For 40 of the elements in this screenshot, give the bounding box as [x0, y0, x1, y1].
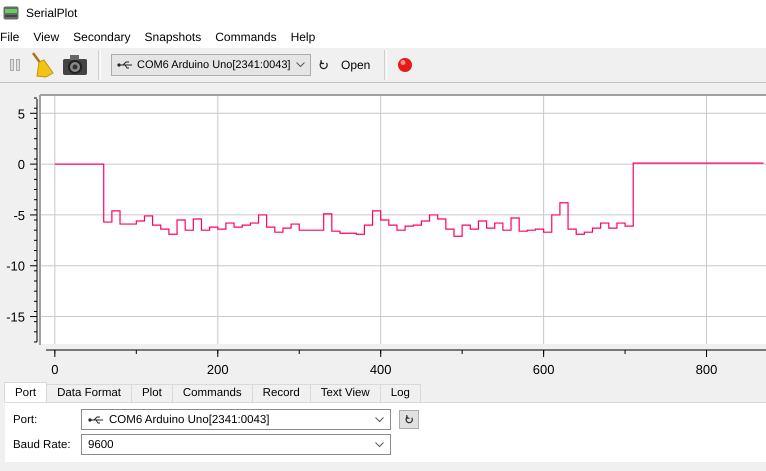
port-value: COM6 Arduino Uno[2341:0043]	[137, 59, 290, 71]
x-tick-label: 0	[51, 362, 58, 377]
chevron-icon	[375, 416, 384, 422]
menu-item[interactable]: Secondary	[66, 30, 138, 44]
baud-rate-label: Baud Rate:	[13, 438, 72, 450]
y-tick-label: -5	[13, 208, 25, 223]
y-tick-label: 0	[18, 157, 25, 172]
chevron-icon	[296, 62, 305, 68]
menu-item[interactable]: Commands	[208, 30, 284, 44]
broom-icon[interactable]	[30, 52, 54, 78]
baud-rate-value: 9600	[88, 438, 114, 450]
app-icon	[3, 5, 19, 21]
usb-icon	[117, 61, 133, 69]
menu-item[interactable]: Snapshots	[138, 30, 208, 44]
tab[interactable]: Port	[4, 382, 48, 402]
port-dropdown[interactable]: COM6 Arduino Uno[2341:0043]	[111, 54, 311, 76]
refresh-icon	[404, 415, 414, 424]
tab[interactable]: Log	[380, 384, 421, 402]
menu-item[interactable]: View	[26, 30, 66, 44]
port-dropdown[interactable]: COM6 Arduino Uno[2341:0043]	[81, 409, 391, 430]
x-tick-label: 200	[206, 362, 229, 377]
port-label: Port:	[13, 414, 38, 426]
record-icon[interactable]	[397, 57, 414, 73]
open-button[interactable]: Open	[337, 56, 374, 74]
baud-rate-dropdown[interactable]: 9600	[81, 434, 391, 455]
window-title: SerialPlot	[26, 6, 78, 20]
y-tick-label: -15	[6, 310, 25, 325]
camera-icon[interactable]	[62, 54, 88, 76]
x-tick-label: 800	[696, 362, 718, 377]
refresh-button[interactable]	[399, 410, 419, 429]
chevron-icon	[375, 442, 384, 448]
y-tick-label: 5	[18, 106, 25, 122]
refresh-icon[interactable]	[319, 60, 329, 70]
x-tick-label: 400	[370, 362, 392, 377]
port-value: COM6 Arduino Uno[2341:0043]	[109, 414, 270, 426]
menu-item[interactable]: File	[0, 30, 26, 44]
usb-icon	[88, 416, 104, 424]
x-tick-label: 600	[532, 362, 554, 377]
menu-item[interactable]: Help	[284, 30, 322, 44]
y-tick-label: -10	[6, 258, 25, 274]
